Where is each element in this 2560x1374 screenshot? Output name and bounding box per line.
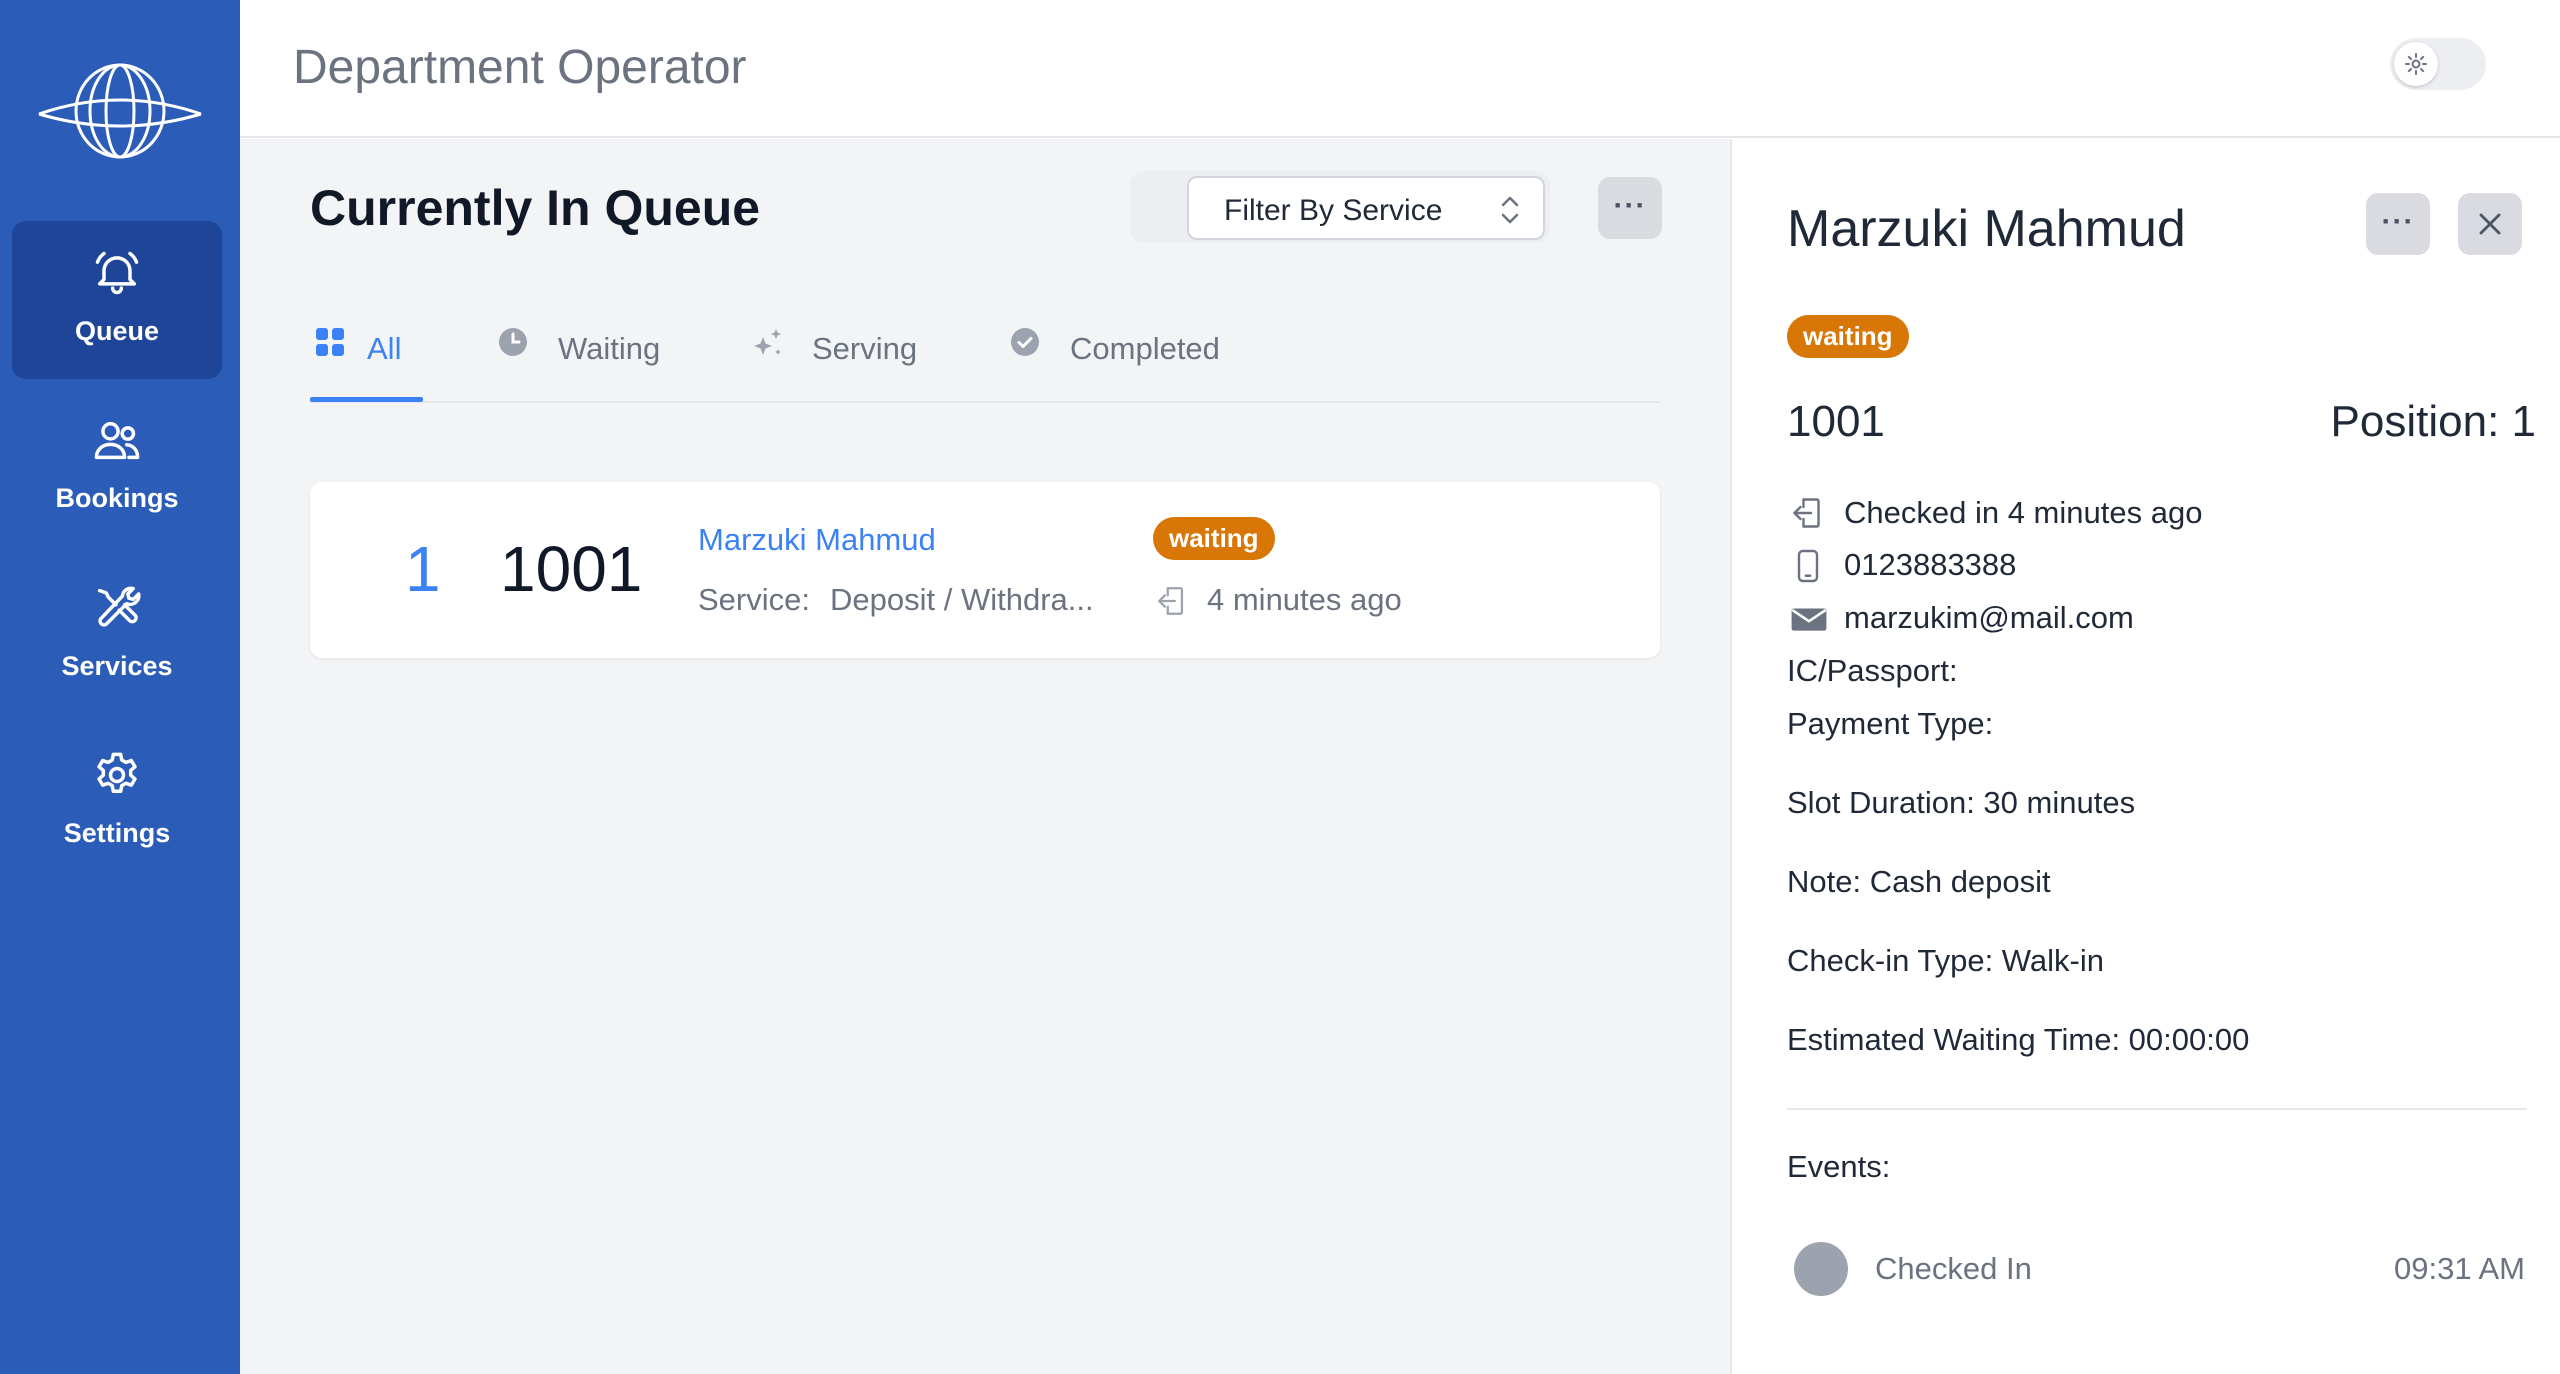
sidebar-item-services[interactable]: Services: [12, 556, 222, 714]
service-label: Service:: [698, 582, 810, 617]
users-icon: [91, 414, 143, 466]
queue-item-card[interactable]: 1 1001 Marzuki Mahmud Service: Deposit /…: [310, 482, 1660, 658]
tab-waiting[interactable]: Waiting: [498, 319, 698, 399]
divider: [1787, 1108, 2527, 1110]
filter-by-service-select[interactable]: Filter By Service: [1187, 176, 1545, 240]
tab-label: Serving: [812, 331, 918, 366]
tab-all[interactable]: All: [315, 319, 435, 399]
sidebar-item-label: Services: [61, 651, 173, 681]
detail-estimated-wait: Estimated Waiting Time: 00:00:00: [1787, 1022, 2250, 1057]
tab-label: All: [367, 331, 402, 366]
sidebar-item-label: Settings: [63, 818, 171, 848]
mail-icon: [1790, 601, 1828, 640]
queue-position: 1: [405, 533, 441, 605]
tab-label: Completed: [1070, 331, 1220, 366]
event-time: 09:31 AM: [2394, 1251, 2525, 1286]
ticket-number: 1001: [500, 533, 643, 605]
sidebar-item-settings[interactable]: Settings: [12, 723, 222, 881]
detail-position: Position: 1: [2330, 397, 2536, 446]
section-title: Currently In Queue: [310, 180, 761, 236]
filter-select-label: Filter By Service: [1224, 194, 1443, 227]
close-icon: [2479, 213, 2501, 235]
status-badge: waiting: [1787, 315, 1909, 358]
queue-main: Currently In Queue Filter By Service ···…: [240, 139, 1730, 1374]
detail-note: Note: Cash deposit: [1787, 864, 2051, 899]
sidebar: Queue Bookings Services Settings: [0, 0, 240, 1374]
events-label: Events:: [1787, 1149, 1891, 1184]
detail-ic-passport: IC/Passport:: [1787, 653, 1958, 688]
detail-phone: 0123883388: [1844, 547, 2017, 582]
checkin-time: 4 minutes ago: [1207, 582, 1402, 617]
customer-name-link[interactable]: Marzuki Mahmud: [698, 522, 936, 558]
checkin-icon: [1790, 495, 1826, 536]
detail-more-button[interactable]: ···: [2366, 193, 2430, 255]
top-header: Department Operator: [240, 0, 2560, 138]
sparkles-icon: [750, 327, 786, 371]
event-label: Checked In: [1875, 1251, 2032, 1286]
sidebar-item-label: Queue: [74, 316, 160, 346]
customer-detail-panel: Marzuki Mahmud ··· waiting 1001 Position…: [1730, 139, 2560, 1374]
close-detail-button[interactable]: [2458, 193, 2522, 255]
more-dots-icon: ···: [1613, 189, 1647, 222]
more-dots-icon: ···: [2381, 205, 2415, 238]
sidebar-item-bookings[interactable]: Bookings: [12, 388, 222, 546]
status-badge: waiting: [1153, 517, 1275, 560]
checkin-icon: [1155, 584, 1189, 623]
sidebar-item-queue[interactable]: Queue: [12, 221, 222, 379]
service-name: Deposit / Withdra...: [830, 582, 1094, 617]
check-circle-icon: [1010, 327, 1040, 365]
tab-label: Waiting: [558, 331, 661, 366]
chevron-updown-icon: [1501, 196, 1519, 224]
detail-email: marzukim@mail.com: [1844, 600, 2134, 635]
grid-icon: [315, 327, 345, 365]
detail-slot-duration: Slot Duration: 30 minutes: [1787, 785, 2136, 820]
detail-payment-type: Payment Type:: [1787, 706, 1994, 741]
tab-serving[interactable]: Serving: [750, 319, 950, 399]
theme-toggle[interactable]: [2390, 38, 2486, 90]
sun-icon: [2394, 42, 2438, 86]
queue-more-button[interactable]: ···: [1598, 177, 1662, 239]
detail-checked-in: Checked in 4 minutes ago: [1844, 495, 2203, 530]
tabs-divider: [310, 401, 1660, 403]
gear-icon: [91, 749, 143, 801]
planet-logo-icon[interactable]: [35, 60, 205, 162]
clock-icon: [498, 327, 528, 365]
active-tab-indicator: [310, 397, 423, 402]
detail-customer-name: Marzuki Mahmud: [1787, 200, 2186, 258]
bell-icon: [91, 247, 143, 299]
page-title: Department Operator: [293, 41, 747, 94]
tools-icon: [91, 582, 143, 634]
sidebar-item-label: Bookings: [55, 483, 179, 513]
tab-completed[interactable]: Completed: [1010, 319, 1270, 399]
detail-checkin-type: Check-in Type: Walk-in: [1787, 943, 2104, 978]
event-dot-icon: [1794, 1242, 1848, 1296]
phone-icon: [1790, 547, 1826, 590]
detail-ticket-number: 1001: [1787, 397, 1885, 446]
